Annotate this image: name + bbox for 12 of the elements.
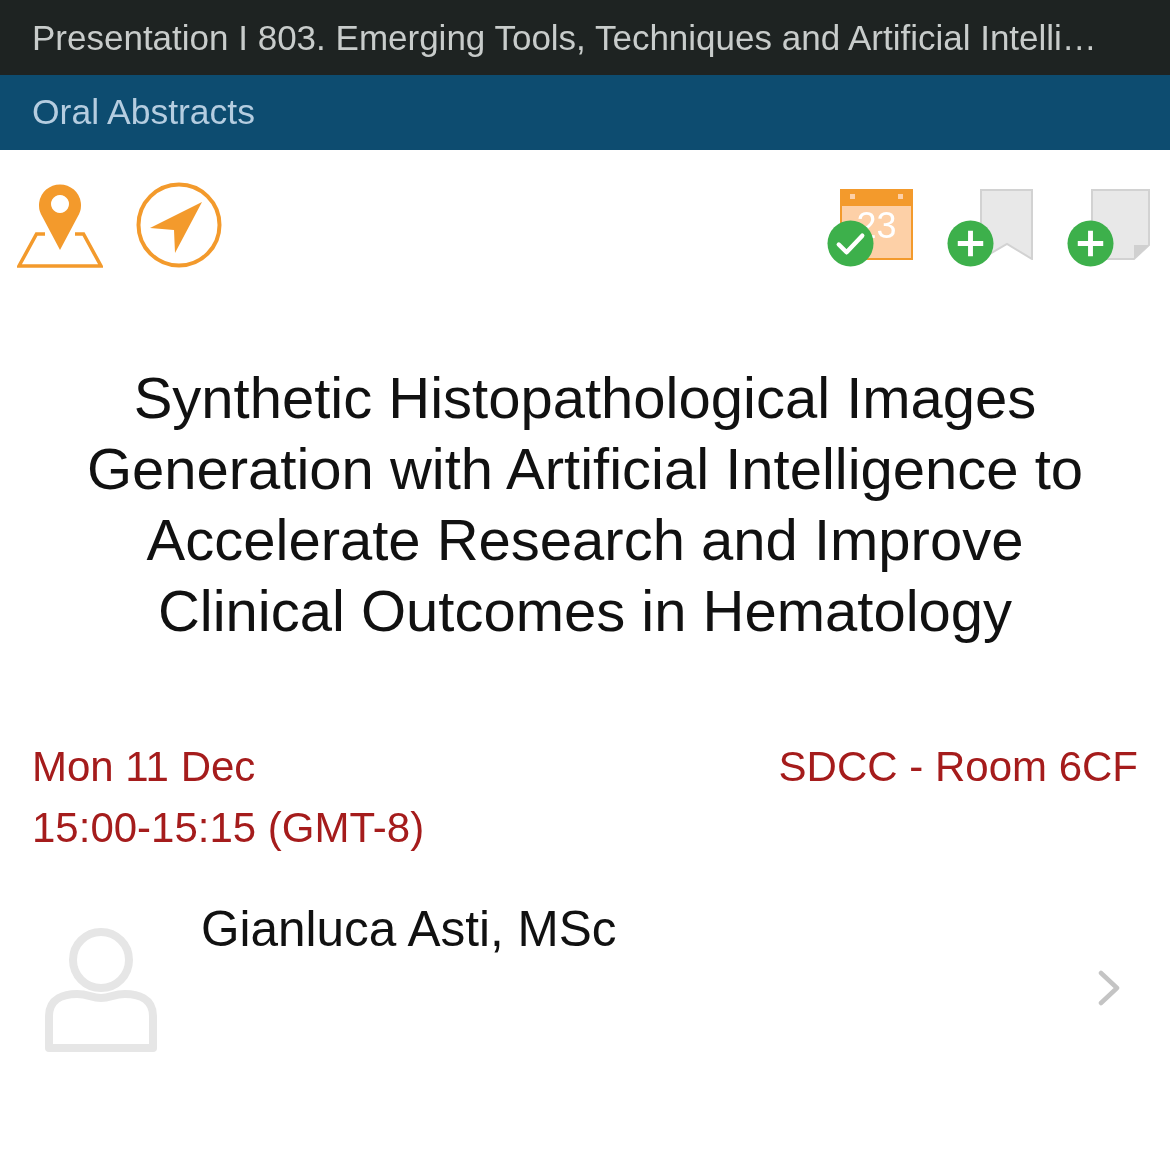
chevron-right-icon (1098, 970, 1120, 1006)
speaker-item[interactable]: Gianluca Asti, MSc (0, 886, 1170, 1046)
avatar-icon (45, 928, 157, 1054)
map-pin-icon (17, 183, 103, 268)
presentation-title: Presentation I 803. Emerging Tools, Techniques and Artificial Intelli… (32, 17, 1097, 58)
time-text: 15:00-15:15 (GMT-8) (32, 803, 425, 853)
session-label: Oral Abstracts (32, 92, 255, 133)
directions-button[interactable] (136, 182, 222, 268)
map-button[interactable] (17, 182, 103, 268)
abstract-title: Synthetic Histopathological Images Generation with Artificial Intelligence to Accelerate Research and Improve Clinical Outcomes in Hematology (85, 364, 1085, 645)
date-text: Mon 11 Dec (32, 742, 257, 792)
room-text: SDCC - Room 6CF (778, 742, 1138, 792)
